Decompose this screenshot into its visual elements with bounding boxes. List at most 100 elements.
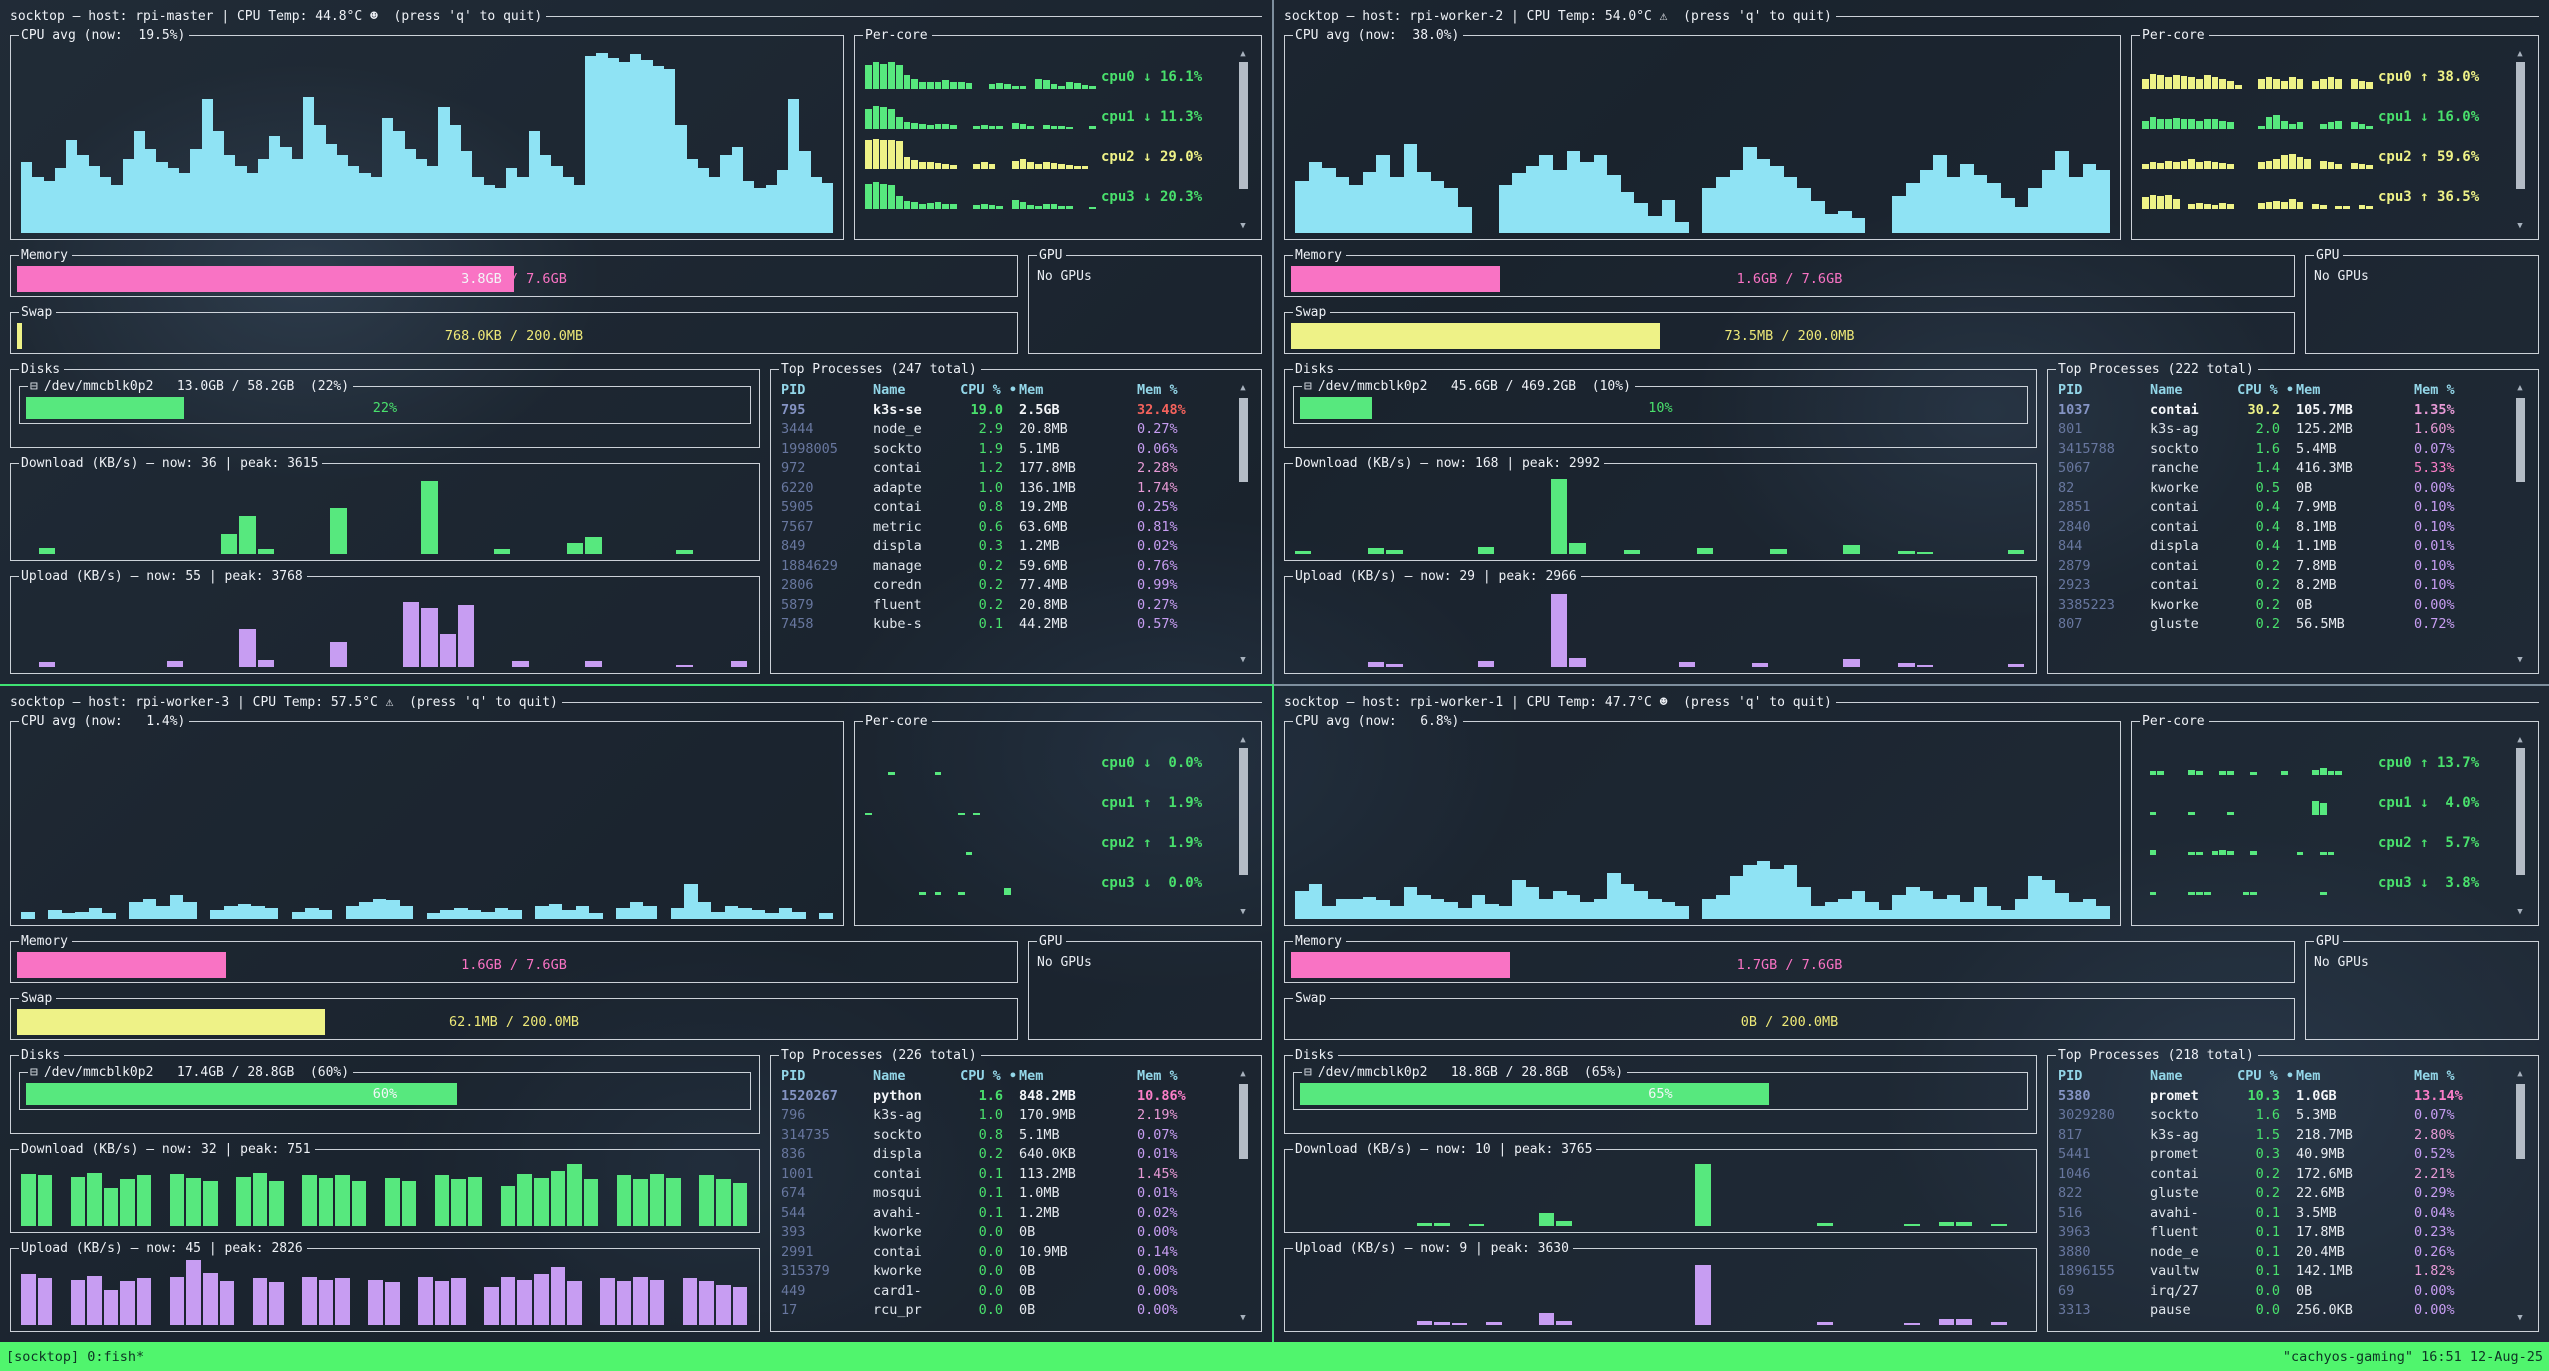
process-row[interactable]: 2991contai0.010.9MB0.14% — [781, 1243, 1233, 1263]
process-row[interactable]: 1520267python1.6848.2MB10.86% — [781, 1087, 1233, 1107]
scroll-down-icon[interactable]: ▼ — [1240, 221, 1245, 231]
scroll-up-icon[interactable]: ▲ — [2517, 49, 2522, 59]
process-row[interactable]: 822gluste0.222.6MB0.29% — [2058, 1184, 2510, 1204]
column-header[interactable]: CPU % • — [2232, 1067, 2296, 1087]
scroll-down-icon[interactable]: ▼ — [1240, 1313, 1245, 1323]
scroll-down-icon[interactable]: ▼ — [2517, 221, 2522, 231]
process-row[interactable]: 807gluste0.256.5MB0.72% — [2058, 615, 2510, 635]
column-header[interactable]: Mem — [2296, 381, 2414, 401]
column-header[interactable]: Mem % — [2414, 381, 2510, 401]
scroll-up-icon[interactable]: ▲ — [2517, 383, 2522, 393]
process-row[interactable]: 972contai1.2177.8MB2.28% — [781, 459, 1233, 479]
column-header[interactable]: Mem % — [1137, 1067, 1233, 1087]
process-row[interactable]: 516avahi-0.13.5MB0.04% — [2058, 1204, 2510, 1224]
column-header[interactable]: PID — [2058, 381, 2150, 401]
scroll-thumb[interactable] — [2516, 1084, 2525, 1159]
process-row[interactable]: 449card1-0.00B0.00% — [781, 1282, 1233, 1302]
process-row[interactable]: 817k3s-ag1.5218.7MB2.80% — [2058, 1126, 2510, 1146]
scrollbar[interactable]: ▲ ▼ — [1237, 735, 1249, 917]
process-row[interactable]: 1037contai30.2105.7MB1.35% — [2058, 401, 2510, 421]
process-row[interactable]: 3444node_e2.920.8MB0.27% — [781, 420, 1233, 440]
column-header[interactable]: Name — [873, 381, 955, 401]
column-header[interactable]: Mem % — [2414, 1067, 2510, 1087]
scroll-down-icon[interactable]: ▼ — [1240, 907, 1245, 917]
column-header[interactable]: Name — [873, 1067, 955, 1087]
process-row[interactable]: 849displa0.31.2MB0.02% — [781, 537, 1233, 557]
column-header[interactable]: Mem — [1019, 1067, 1137, 1087]
process-row[interactable]: 315379kworke0.00B0.00% — [781, 1262, 1233, 1282]
scrollbar[interactable]: ▲ ▼ — [2514, 49, 2526, 231]
process-row[interactable]: 3313pause0.0256.0KB0.00% — [2058, 1301, 2510, 1321]
scroll-up-icon[interactable]: ▲ — [1240, 49, 1245, 59]
process-row[interactable]: 314735sockto0.85.1MB0.07% — [781, 1126, 1233, 1146]
scroll-up-icon[interactable]: ▲ — [1240, 383, 1245, 393]
status-session-window[interactable]: [socktop] 0:fish* — [6, 1349, 144, 1365]
process-row[interactable]: 3880node_e0.120.4MB0.26% — [2058, 1243, 2510, 1263]
process-row[interactable]: 3963fluent0.117.8MB0.23% — [2058, 1223, 2510, 1243]
scroll-down-icon[interactable]: ▼ — [2517, 907, 2522, 917]
process-row[interactable]: 7567metric0.663.6MB0.81% — [781, 518, 1233, 538]
column-header[interactable]: CPU % • — [955, 381, 1019, 401]
scrollbar[interactable]: ▲ ▼ — [1237, 383, 1249, 665]
process-row[interactable]: 393kworke0.00B0.00% — [781, 1223, 1233, 1243]
process-row[interactable]: 801k3s-ag2.0125.2MB1.60% — [2058, 420, 2510, 440]
process-row[interactable]: 795k3s-se19.02.5GB32.48% — [781, 401, 1233, 421]
process-row[interactable]: 5067ranche1.4416.3MB5.33% — [2058, 459, 2510, 479]
column-header[interactable]: PID — [781, 381, 873, 401]
process-row[interactable]: 82kworke0.50B0.00% — [2058, 479, 2510, 499]
column-header[interactable]: CPU % • — [2232, 381, 2296, 401]
process-row[interactable]: 844displa0.41.1MB0.01% — [2058, 537, 2510, 557]
column-header[interactable]: Name — [2150, 381, 2232, 401]
column-header[interactable]: Mem % — [1137, 381, 1233, 401]
process-row[interactable]: 1998005sockto1.95.1MB0.06% — [781, 440, 1233, 460]
pane-rpi-master[interactable]: socktop — host: rpi-master | CPU Temp: 4… — [0, 0, 1274, 684]
process-row[interactable]: 2840contai0.48.1MB0.10% — [2058, 518, 2510, 538]
column-header[interactable]: Mem — [1019, 381, 1137, 401]
process-row[interactable]: 3029280sockto1.65.3MB0.07% — [2058, 1106, 2510, 1126]
column-header[interactable]: PID — [2058, 1067, 2150, 1087]
pane-rpi-worker-2[interactable]: socktop — host: rpi-worker-2 | CPU Temp:… — [1274, 0, 2549, 684]
scroll-thumb[interactable] — [2516, 398, 2525, 482]
column-header[interactable]: PID — [781, 1067, 873, 1087]
scroll-thumb[interactable] — [1239, 62, 1248, 188]
scroll-thumb[interactable] — [2516, 748, 2525, 874]
scrollbar[interactable]: ▲ ▼ — [1237, 1069, 1249, 1323]
scroll-up-icon[interactable]: ▲ — [2517, 735, 2522, 745]
process-row[interactable]: 3385223kworke0.20B0.00% — [2058, 596, 2510, 616]
process-row[interactable]: 5441promet0.340.9MB0.52% — [2058, 1145, 2510, 1165]
scrollbar[interactable]: ▲ ▼ — [2514, 1069, 2526, 1323]
process-row[interactable]: 2851contai0.47.9MB0.10% — [2058, 498, 2510, 518]
process-row[interactable]: 5905contai0.819.2MB0.25% — [781, 498, 1233, 518]
scroll-thumb[interactable] — [1239, 748, 1248, 874]
scrollbar[interactable]: ▲ ▼ — [2514, 383, 2526, 665]
scroll-up-icon[interactable]: ▲ — [1240, 1069, 1245, 1079]
process-row[interactable]: 69irq/270.00B0.00% — [2058, 1282, 2510, 1302]
scroll-thumb[interactable] — [1239, 1084, 1248, 1159]
process-row[interactable]: 544avahi-0.11.2MB0.02% — [781, 1204, 1233, 1224]
process-row[interactable]: 1884629manage0.259.6MB0.76% — [781, 557, 1233, 577]
process-row[interactable]: 674mosqui0.11.0MB0.01% — [781, 1184, 1233, 1204]
process-row[interactable]: 2923contai0.28.2MB0.10% — [2058, 576, 2510, 596]
process-row[interactable]: 1001contai0.1113.2MB1.45% — [781, 1165, 1233, 1185]
scroll-up-icon[interactable]: ▲ — [1240, 735, 1245, 745]
column-header[interactable]: Name — [2150, 1067, 2232, 1087]
process-row[interactable]: 17rcu_pr0.00B0.00% — [781, 1301, 1233, 1321]
scroll-down-icon[interactable]: ▼ — [1240, 655, 1245, 665]
scroll-down-icon[interactable]: ▼ — [2517, 1313, 2522, 1323]
scroll-up-icon[interactable]: ▲ — [2517, 1069, 2522, 1079]
pane-rpi-worker-1[interactable]: socktop — host: rpi-worker-1 | CPU Temp:… — [1274, 684, 2549, 1342]
process-row[interactable]: 1896155vaultw0.1142.1MB1.82% — [2058, 1262, 2510, 1282]
process-row[interactable]: 2806coredn0.277.4MB0.99% — [781, 576, 1233, 596]
process-row[interactable]: 5380promet10.31.0GB13.14% — [2058, 1087, 2510, 1107]
scroll-down-icon[interactable]: ▼ — [2517, 655, 2522, 665]
process-row[interactable]: 3415788sockto1.65.4MB0.07% — [2058, 440, 2510, 460]
process-row[interactable]: 1046contai0.2172.6MB2.21% — [2058, 1165, 2510, 1185]
scroll-thumb[interactable] — [1239, 398, 1248, 482]
process-row[interactable]: 6220adapte1.0136.1MB1.74% — [781, 479, 1233, 499]
pane-rpi-worker-3[interactable]: socktop — host: rpi-worker-3 | CPU Temp:… — [0, 684, 1274, 1342]
scrollbar[interactable]: ▲ ▼ — [2514, 735, 2526, 917]
process-row[interactable]: 5879fluent0.220.8MB0.27% — [781, 596, 1233, 616]
process-row[interactable]: 796k3s-ag1.0170.9MB2.19% — [781, 1106, 1233, 1126]
column-header[interactable]: Mem — [2296, 1067, 2414, 1087]
process-row[interactable]: 836displa0.2640.0KB0.01% — [781, 1145, 1233, 1165]
